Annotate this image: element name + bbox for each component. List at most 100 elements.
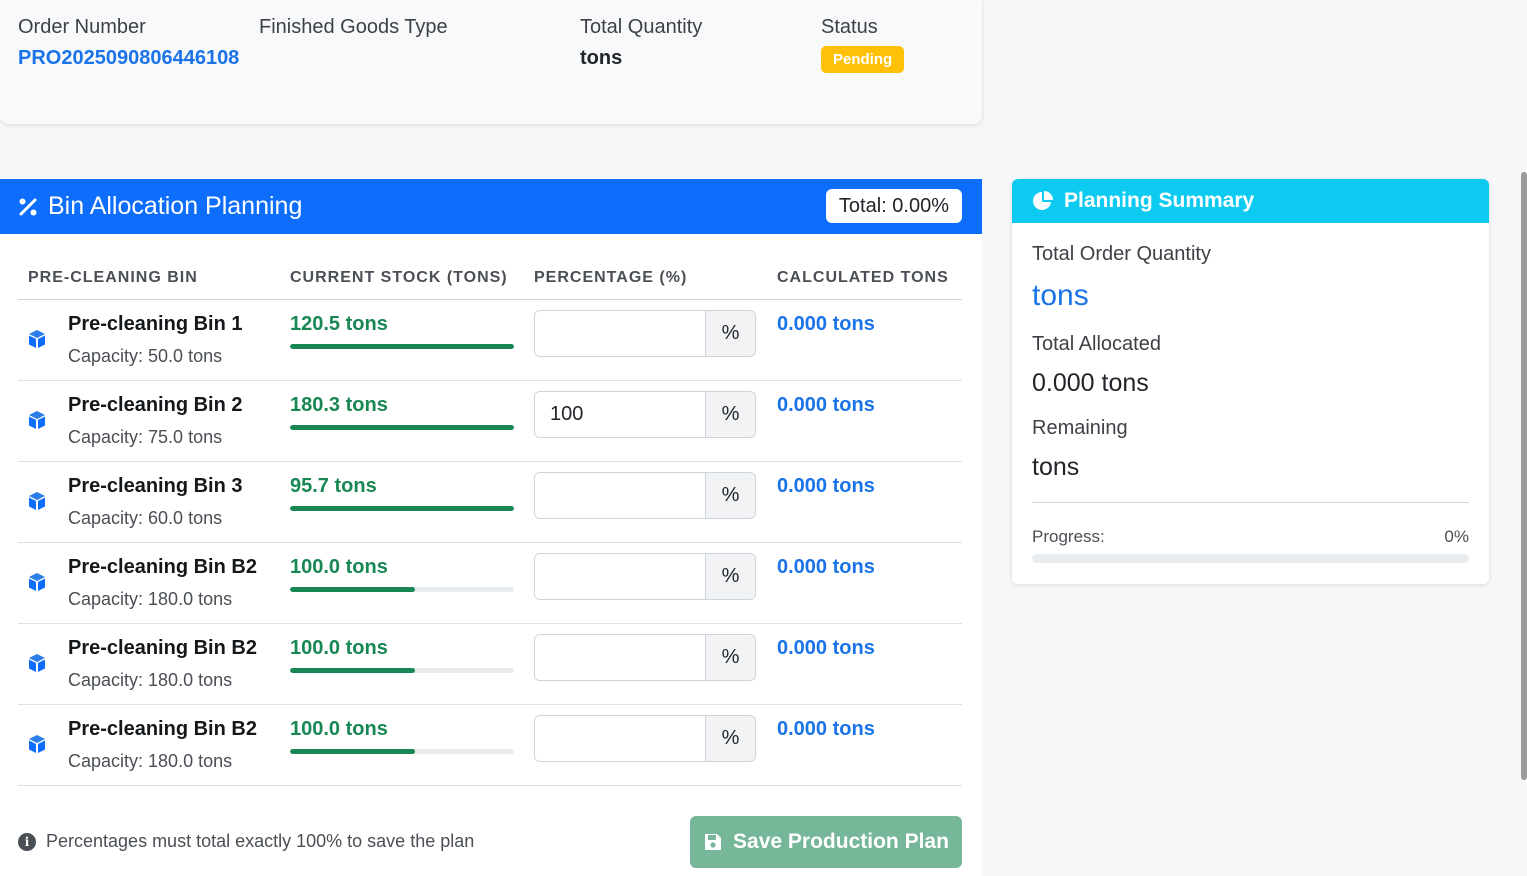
percent-suffix: % [706,716,755,761]
current-stock: 95.7 tons [290,475,377,497]
bin-capacity: Capacity: 180.0 tons [68,751,233,771]
order-info-card: Order Number PRO2025090806446108 Finishe… [0,0,982,124]
bin-allocation-card: Bin Allocation Planning Total: 0.00% PRE… [0,179,982,876]
column-header-calculated: CALCULATED TONS [777,269,949,286]
planning-summary-title: Planning Summary [1064,189,1255,212]
cube-icon [29,411,45,429]
stock-bar [290,425,514,430]
stock-bar [290,506,514,511]
current-stock: 180.3 tons [290,394,388,416]
footnote-text: Percentages must total exactly 100% to s… [46,831,475,851]
percent-suffix: % [706,554,755,599]
total-quantity-column: Total Quantity tons [580,14,702,73]
bin-name: Pre-cleaning Bin 1 [68,313,243,335]
current-stock: 120.5 tons [290,313,388,335]
bin-name: Pre-cleaning Bin 2 [68,394,243,416]
cube-icon [29,492,45,510]
total-quantity-label: Total Quantity [580,16,703,38]
stock-bar-fill [290,506,514,511]
info-circle-icon: i [18,832,36,851]
summary-divider [1032,502,1469,503]
order-number-column: Order Number PRO2025090806446108 [18,14,253,73]
percentage-input-group: % [534,391,756,438]
current-stock: 100.0 tons [290,637,388,659]
status-badge: Pending [821,46,905,73]
bin-allocation-title: Bin Allocation Planning [48,192,303,220]
column-header-percentage: PERCENTAGE (%) [534,269,688,286]
calculated-tons: 0.000 tons [777,313,875,335]
percentage-input[interactable] [535,311,706,356]
save-button-label: Save Production Plan [733,830,949,853]
cube-icon [29,735,45,753]
table-row: Pre-cleaning Bin 2 Capacity: 75.0 tons 1… [18,381,962,462]
bin-capacity: Capacity: 180.0 tons [68,589,233,609]
percentage-input-group: % [534,634,756,681]
current-stock: 100.0 tons [290,718,388,740]
table-row: Pre-cleaning Bin 3 Capacity: 60.0 tons 9… [18,462,962,543]
bin-capacity: Capacity: 50.0 tons [68,346,223,366]
table-row: Pre-cleaning Bin B2 Capacity: 180.0 tons… [18,705,962,786]
column-header-bin: PRE-CLEANING BIN [28,269,198,286]
total-quantity-value: tons [580,47,623,69]
order-number-link[interactable]: PRO2025090806446108 [18,43,253,73]
goods-type-column: Finished Goods Type [259,14,448,43]
progress-label: Progress: [1032,527,1105,546]
table-body: Pre-cleaning Bin 1 Capacity: 50.0 tons 1… [18,300,962,786]
stock-bar-fill [290,749,415,754]
table-row: Pre-cleaning Bin B2 Capacity: 180.0 tons… [18,543,962,624]
save-production-plan-button[interactable]: Save Production Plan [690,816,962,868]
stock-bar [290,749,514,754]
allocated-label: Total Allocated [1032,333,1161,355]
footnote: i Percentages must total exactly 100% to… [18,831,474,852]
planning-summary-card: Planning Summary Total Order Quantity to… [1012,179,1489,584]
calculated-tons: 0.000 tons [777,556,875,578]
status-column: Status Pending [821,14,905,73]
allocated-value: 0.000 tons [1032,369,1149,397]
table-row: Pre-cleaning Bin B2 Capacity: 180.0 tons… [18,624,962,705]
percentage-input-group: % [534,715,756,762]
page-scrollbar[interactable] [1521,172,1527,780]
bin-name: Pre-cleaning Bin B2 [68,556,257,578]
stock-bar-fill [290,587,415,592]
progress-value: 0% [1444,527,1469,546]
order-quantity-label: Total Order Quantity [1032,243,1211,265]
cube-icon [29,330,45,348]
percent-icon [19,198,37,215]
goods-type-label: Finished Goods Type [259,16,448,38]
percentage-input[interactable] [535,473,706,518]
order-number-label: Order Number [18,16,146,38]
bin-capacity: Capacity: 180.0 tons [68,670,233,690]
bin-allocation-header: Bin Allocation Planning Total: 0.00% [0,179,982,234]
percentage-input[interactable] [535,716,706,761]
percentage-input[interactable] [535,635,706,680]
bin-name: Pre-cleaning Bin B2 [68,718,257,740]
table-header-row: PRE-CLEANING BIN CURRENT STOCK (TONS) PE… [18,255,962,300]
progress-bar [1032,554,1469,563]
percent-suffix: % [706,392,755,437]
stock-bar-fill [290,668,415,673]
cube-icon [29,573,45,591]
percent-suffix: % [706,311,755,356]
percentage-input-group: % [534,472,756,519]
stock-bar-fill [290,425,514,430]
percent-suffix: % [706,473,755,518]
floppy-disk-icon [705,834,722,850]
total-percentage-badge: Total: 0.00% [825,189,962,223]
stock-bar [290,344,514,349]
stock-bar [290,668,514,673]
bin-capacity: Capacity: 60.0 tons [68,508,223,528]
percentage-input[interactable] [535,392,706,437]
percent-suffix: % [706,635,755,680]
calculated-tons: 0.000 tons [777,637,875,659]
percentage-input-group: % [534,310,756,357]
remaining-value: tons [1032,453,1080,481]
percentage-input[interactable] [535,554,706,599]
current-stock: 100.0 tons [290,556,388,578]
remaining-label: Remaining [1032,417,1128,439]
stock-bar-fill [290,344,514,349]
calculated-tons: 0.000 tons [777,718,875,740]
bin-name: Pre-cleaning Bin B2 [68,637,257,659]
calculated-tons: 0.000 tons [777,394,875,416]
percentage-input-group: % [534,553,756,600]
cube-icon [29,654,45,672]
